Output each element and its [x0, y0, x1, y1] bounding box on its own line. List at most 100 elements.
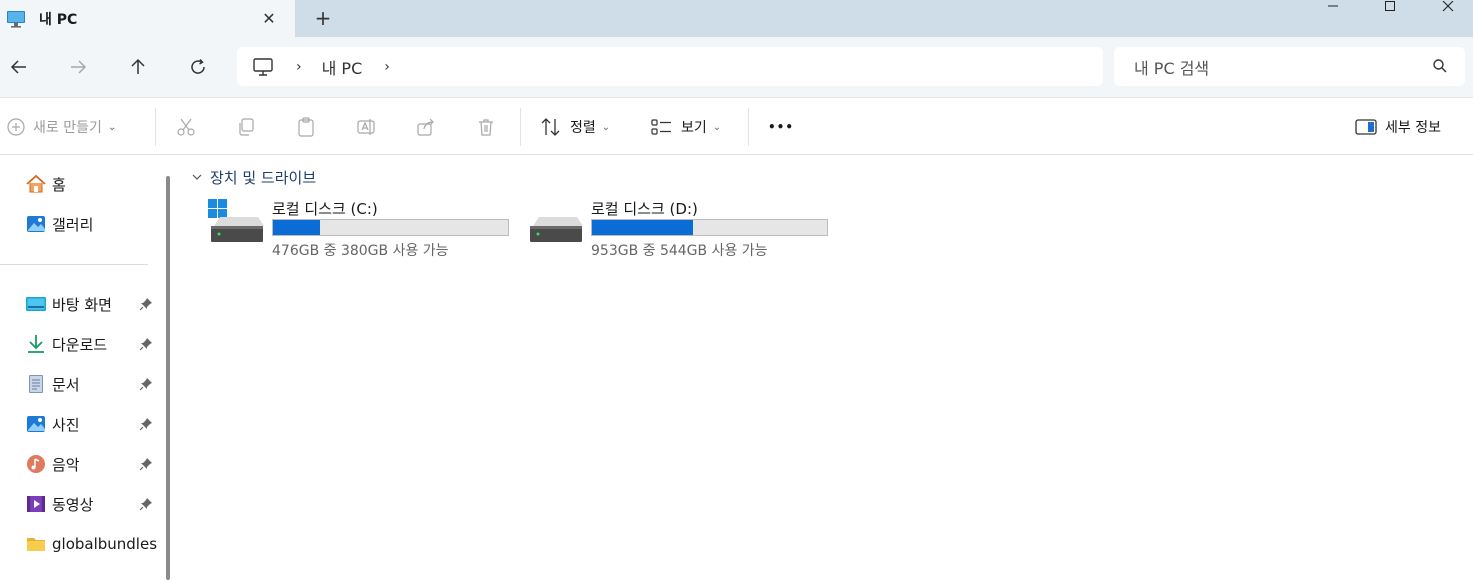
- trash-icon: [479, 119, 493, 136]
- copy-button[interactable]: [236, 98, 256, 156]
- drive-usage-bar: [272, 219, 509, 236]
- sidebar-item-label: globalbundles: [52, 535, 158, 553]
- arrow-left-icon: [10, 60, 26, 74]
- cut-button[interactable]: [176, 98, 196, 156]
- chevron-down-icon: ⌄: [107, 121, 117, 133]
- navigation-pane: 홈 갤러리 바탕 화면 다운로드 문서 사진 음악 동영상 globalbund…: [0, 156, 160, 580]
- drive-free-space: 953GB 중 544GB 사용 가능: [591, 243, 768, 259]
- sidebar-item-label: 사진: [52, 415, 80, 434]
- sidebar-item-documents[interactable]: 문서: [25, 370, 160, 398]
- chevron-down-icon: ⌄: [601, 121, 611, 133]
- drive-free-space: 476GB 중 380GB 사용 가능: [272, 243, 449, 259]
- download-icon: [25, 333, 47, 355]
- tab-this-pc[interactable]: 내 PC ✕: [0, 0, 295, 37]
- search-icon[interactable]: [1432, 58, 1448, 74]
- view-button-label: 보기: [681, 120, 707, 136]
- sidebar-item-label: 바탕 화면: [52, 295, 112, 314]
- breadcrumb-this-pc[interactable]: 내 PC: [322, 55, 363, 79]
- close-icon: [1442, 1, 1454, 12]
- close-window-button[interactable]: [1425, 0, 1471, 14]
- sidebar-item-home[interactable]: 홈: [25, 170, 160, 198]
- clipboard-icon: [298, 117, 314, 137]
- sidebar-item-label: 홈: [52, 175, 66, 194]
- sidebar-item-label: 음악: [52, 455, 80, 474]
- sidebar-item-videos[interactable]: 동영상: [25, 490, 160, 518]
- sidebar-item-gallery[interactable]: 갤러리: [25, 210, 160, 238]
- tab-title: 내 PC: [39, 11, 78, 28]
- windows-drive-icon: [208, 199, 264, 242]
- drive-icon: [530, 217, 583, 242]
- content-pane: 장치 및 드라이브 로컬 디스크 (C:) 476GB 중 380GB 사용 가…: [178, 156, 1473, 580]
- details-pane-label: 세부 정보: [1385, 120, 1441, 136]
- details-pane-button[interactable]: 세부 정보: [1355, 98, 1441, 156]
- pin-icon[interactable]: [139, 377, 153, 391]
- search-input[interactable]: 내 PC 검색: [1134, 55, 1209, 79]
- forward-button[interactable]: [64, 53, 92, 81]
- monitor-icon: [7, 10, 25, 28]
- back-button[interactable]: [5, 53, 33, 81]
- rename-button[interactable]: [356, 98, 376, 156]
- breadcrumb-separator[interactable]: ›: [296, 59, 302, 75]
- desktop-folder-icon: [25, 293, 47, 315]
- sidebar-item-pictures[interactable]: 사진: [25, 410, 160, 438]
- group-label: 장치 및 드라이브: [210, 168, 317, 187]
- new-button[interactable]: 새로 만들기 ⌄: [7, 98, 116, 156]
- pin-icon[interactable]: [139, 337, 153, 351]
- pin-icon[interactable]: [139, 497, 153, 511]
- maximize-icon: [1385, 1, 1395, 11]
- sidebar-item-label: 갤러리: [52, 215, 94, 234]
- drive-usage-fill: [592, 220, 693, 235]
- document-icon: [25, 373, 47, 395]
- group-header-devices[interactable]: 장치 및 드라이브: [192, 166, 316, 188]
- pin-icon[interactable]: [139, 457, 153, 471]
- drive-c[interactable]: 로컬 디스크 (C:) 476GB 중 380GB 사용 가능: [208, 196, 518, 259]
- rename-icon: [357, 119, 375, 135]
- drive-name: 로컬 디스크 (D:): [591, 200, 698, 218]
- arrow-up-icon: [131, 58, 145, 74]
- pin-icon[interactable]: [139, 297, 153, 311]
- drive-usage-bar: [591, 219, 828, 236]
- address-bar[interactable]: › 내 PC ›: [237, 47, 1103, 86]
- address-row: › 내 PC › 내 PC 검색: [0, 37, 1473, 97]
- sidebar-item-globalbundles[interactable]: globalbundles: [25, 530, 160, 558]
- maximize-button[interactable]: [1367, 0, 1413, 14]
- more-options-button[interactable]: •••: [768, 98, 794, 156]
- close-tab-button[interactable]: ✕: [258, 7, 280, 29]
- refresh-button[interactable]: [184, 53, 212, 81]
- sort-button[interactable]: 정렬 ⌄: [540, 98, 610, 156]
- new-tab-button[interactable]: +: [311, 6, 335, 30]
- share-button[interactable]: [416, 98, 436, 156]
- sidebar-item-desktop[interactable]: 바탕 화면: [25, 290, 160, 318]
- sort-button-label: 정렬: [570, 120, 596, 136]
- sidebar-item-music[interactable]: 음악: [25, 450, 160, 478]
- paste-button[interactable]: [296, 98, 316, 156]
- videos-icon: [25, 493, 47, 515]
- sidebar-item-downloads[interactable]: 다운로드: [25, 330, 160, 358]
- sort-icon: [541, 118, 560, 136]
- drive-name: 로컬 디스크 (C:): [272, 200, 378, 218]
- sidebar-item-label: 다운로드: [52, 335, 108, 354]
- sidebar-scrollbar[interactable]: [166, 176, 170, 580]
- pc-icon: [253, 57, 273, 76]
- music-icon: [25, 453, 47, 475]
- up-button[interactable]: [124, 53, 152, 81]
- copy-icon: [239, 118, 254, 136]
- view-list-icon: [651, 119, 671, 135]
- folder-icon: [25, 533, 47, 555]
- title-bar: 내 PC ✕ +: [0, 0, 1473, 37]
- pictures-icon: [25, 413, 47, 435]
- pin-icon[interactable]: [139, 417, 153, 431]
- new-button-label: 새로 만들기: [33, 120, 102, 136]
- drive-d[interactable]: 로컬 디스크 (D:) 953GB 중 544GB 사용 가능: [527, 196, 837, 259]
- minimize-button[interactable]: [1310, 0, 1356, 14]
- command-bar: 새로 만들기 ⌄ 정렬 ⌄ 보기 ⌄ ••• 세부 정보: [0, 97, 1473, 155]
- delete-button[interactable]: [476, 98, 496, 156]
- toolbar-divider: [155, 108, 156, 146]
- share-icon: [417, 118, 434, 136]
- breadcrumb-separator[interactable]: ›: [384, 59, 390, 75]
- details-pane-icon: [1355, 119, 1377, 135]
- view-button[interactable]: 보기 ⌄: [651, 98, 721, 156]
- sidebar-divider: [0, 264, 148, 265]
- refresh-icon: [191, 58, 205, 74]
- search-box[interactable]: 내 PC 검색: [1114, 47, 1465, 86]
